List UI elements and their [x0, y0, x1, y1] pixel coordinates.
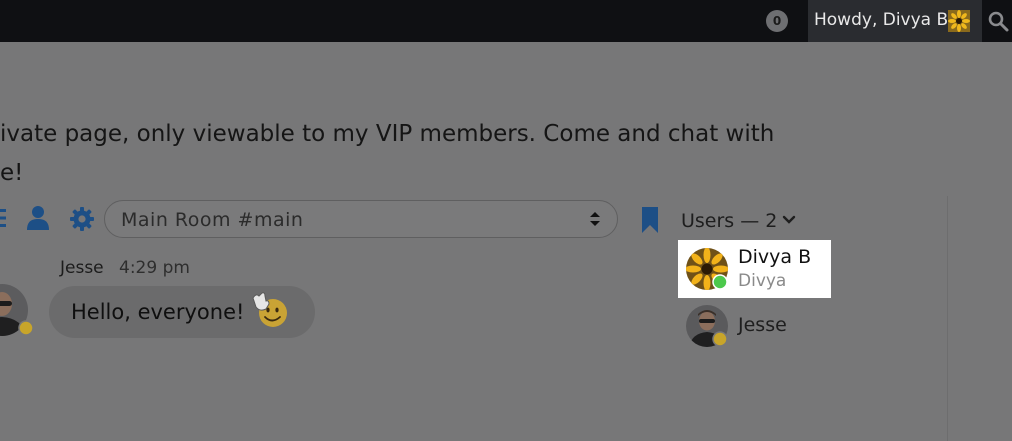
page-description-line1: ivate page, only viewable to my VIP memb…	[0, 121, 775, 147]
notifications-badge[interactable]: 0	[766, 10, 788, 32]
user-avatar-icon	[686, 248, 728, 290]
bookmark-icon[interactable]	[640, 206, 660, 234]
room-select[interactable]: Main Room #main	[104, 200, 618, 238]
account-menu[interactable]: Howdy, Divya B	[808, 0, 982, 42]
message-timestamp: 4:29 pm	[119, 258, 190, 278]
howdy-label: Howdy, Divya B	[814, 10, 949, 30]
wave-emoji-icon	[252, 292, 287, 327]
select-arrows-icon	[590, 212, 600, 226]
user-list-item-jesse[interactable]: Jesse	[738, 314, 787, 336]
search-icon[interactable]	[986, 9, 1010, 33]
room-select-value: Main Room #main	[121, 209, 304, 231]
page-description-line2: e!	[0, 160, 24, 186]
user-avatar-icon[interactable]	[686, 305, 728, 347]
admin-bar: 0 Howdy, Divya B	[0, 0, 1012, 42]
chevron-down-icon[interactable]	[782, 214, 796, 226]
users-header[interactable]: Users — 2	[681, 210, 777, 232]
user-icon[interactable]	[26, 205, 50, 231]
menu-icon[interactable]	[0, 207, 10, 229]
user-list-item-divya[interactable]: Divya B Divya	[678, 240, 831, 298]
message-text: Hello, everyone!	[71, 300, 245, 324]
user-name: Divya B	[738, 246, 812, 268]
panel-divider	[947, 196, 948, 441]
settings-gear-icon[interactable]	[69, 206, 95, 232]
user-subtitle: Divya	[738, 271, 787, 291]
message-author[interactable]: Jesse	[60, 258, 104, 278]
user-avatar-icon	[948, 10, 970, 32]
message-author-avatar[interactable]	[0, 284, 36, 336]
